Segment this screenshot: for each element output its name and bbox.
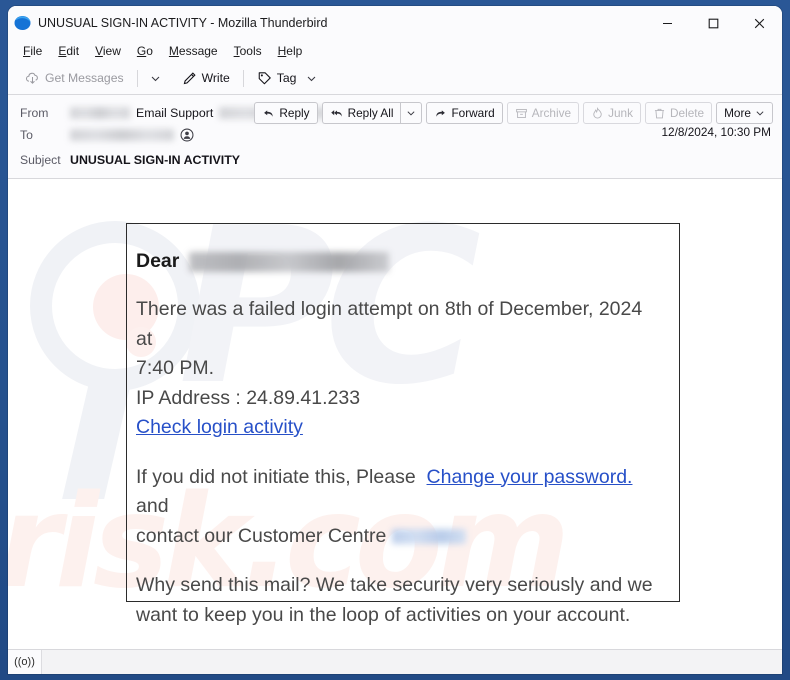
thunderbird-window: UNUSUAL SIGN-IN ACTIVITY - Mozilla Thund… <box>8 6 782 674</box>
menu-tools[interactable]: Tools <box>226 42 270 60</box>
archive-box-icon <box>515 107 528 120</box>
change-password-link[interactable]: Change your password. <box>427 466 633 488</box>
recipient-name-redacted <box>189 251 390 272</box>
paragraph-spacer-1 <box>136 443 657 463</box>
delete-label: Delete <box>670 106 705 120</box>
subject-row: Subject UNUSUAL SIGN-IN ACTIVITY <box>20 149 773 171</box>
write-button[interactable]: Write <box>176 68 236 89</box>
message-body-pane: PC risk.com Dear There was a failed logi… <box>8 179 782 649</box>
from-display-name: Email Support <box>136 106 214 120</box>
toolbar-separator <box>136 69 138 87</box>
from-label: From <box>20 106 49 120</box>
status-bar: ((o)) <box>8 649 782 674</box>
connection-status-icon[interactable]: ((o)) <box>8 650 42 674</box>
paragraph-spacer-2 <box>136 551 657 571</box>
more-button[interactable]: More <box>716 102 773 124</box>
menu-file[interactable]: File <box>15 42 50 60</box>
contact-avatar-icon[interactable] <box>180 128 194 142</box>
reply-button[interactable]: Reply <box>254 102 318 124</box>
window-title: UNUSUAL SIGN-IN ACTIVITY - Mozilla Thund… <box>38 16 328 30</box>
email-content-card: Dear There was a failed login attempt on… <box>126 223 680 626</box>
check-login-activity-link-row: Check login activity <box>136 413 657 443</box>
maximize-button[interactable] <box>690 6 736 40</box>
tag-icon <box>257 71 272 86</box>
greeting-line: Dear <box>136 250 657 273</box>
tag-button[interactable]: Tag <box>251 68 324 89</box>
menu-go[interactable]: Go <box>129 42 161 60</box>
reply-all-icon <box>330 107 344 120</box>
subject-label: Subject <box>20 153 61 167</box>
pencil-icon <box>182 71 197 86</box>
reply-all-button[interactable]: Reply All <box>321 102 401 124</box>
minimize-button[interactable] <box>644 6 690 40</box>
chevron-down-icon <box>150 73 161 84</box>
trash-icon <box>653 107 666 120</box>
tag-label: Tag <box>276 71 297 85</box>
get-messages-button[interactable]: Get Messages <box>19 68 130 89</box>
message-action-buttons: Reply Reply All Forward Archive Junk Del… <box>254 102 773 124</box>
get-messages-label: Get Messages <box>45 71 124 85</box>
forward-icon <box>434 107 447 120</box>
paragraph-1-line-1: There was a failed login attempt on 8th … <box>136 298 643 350</box>
title-bar: UNUSUAL SIGN-IN ACTIVITY - Mozilla Thund… <box>8 6 782 40</box>
close-button[interactable] <box>736 6 782 40</box>
menu-message[interactable]: Message <box>161 42 226 60</box>
menu-help[interactable]: Help <box>270 42 311 60</box>
menu-bar: File Edit View Go Message Tools Help <box>8 40 782 62</box>
menu-view[interactable]: View <box>87 42 129 60</box>
magnifier-handle <box>62 379 132 499</box>
chevron-down-icon <box>406 108 416 118</box>
check-login-activity-link[interactable]: Check login activity <box>136 416 303 438</box>
from-address-redacted-left <box>70 107 130 119</box>
paragraph-1-line-2: 7:40 PM. <box>136 357 215 379</box>
customer-centre-text: contact our Customer Centre <box>136 524 387 547</box>
to-address-redacted <box>70 129 174 141</box>
reply-label: Reply <box>279 106 310 120</box>
get-messages-dropdown[interactable] <box>145 70 166 87</box>
download-cloud-icon <box>25 71 40 86</box>
junk-button[interactable]: Junk <box>583 102 641 124</box>
reply-icon <box>262 107 275 120</box>
archive-button[interactable]: Archive <box>506 102 580 124</box>
delete-button[interactable]: Delete <box>645 102 713 124</box>
toolbar-separator-2 <box>242 69 244 87</box>
junk-fire-icon <box>591 106 604 120</box>
subject-value: UNUSUAL SIGN-IN ACTIVITY <box>70 153 241 167</box>
menu-edit[interactable]: Edit <box>50 42 87 60</box>
main-toolbar: Get Messages Write Tag <box>8 62 782 95</box>
forward-button[interactable]: Forward <box>426 102 503 124</box>
thunderbird-logo-icon <box>14 15 31 32</box>
customer-centre-redacted <box>391 528 466 544</box>
reply-all-label: Reply All <box>347 106 394 120</box>
message-header: From Email Support To Subject UNUSUAL SI… <box>8 95 782 179</box>
to-row: To <box>20 124 773 146</box>
greeting-prefix: Dear <box>136 250 180 272</box>
reply-all-split: Reply All <box>321 102 423 124</box>
window-controls <box>644 6 782 40</box>
more-label: More <box>724 106 751 120</box>
desktop-background: UNUSUAL SIGN-IN ACTIVITY - Mozilla Thund… <box>0 0 790 680</box>
chevron-down-icon <box>755 108 765 118</box>
paragraph-2-line-1: If you did not initiate this, Please Cha… <box>136 463 657 522</box>
archive-label: Archive <box>531 106 572 120</box>
forward-label: Forward <box>451 106 495 120</box>
to-label: To <box>20 128 33 142</box>
paragraph-3-line-1: Why send this mail? We take security ver… <box>136 574 653 596</box>
chevron-down-icon <box>306 73 317 84</box>
write-label: Write <box>201 71 230 85</box>
message-timestamp: 12/8/2024, 10:30 PM <box>661 125 771 139</box>
junk-label: Junk <box>608 106 633 120</box>
paragraph-3-line-2: want to keep you in the loop of activiti… <box>136 603 631 626</box>
ip-address-line: IP Address : 24.89.41.233 <box>136 386 361 409</box>
paragraph-2-line-2: contact our Customer Centre <box>136 522 657 552</box>
paragraph-2-suffix: and <box>136 495 169 517</box>
reply-all-dropdown[interactable] <box>400 102 423 124</box>
paragraph-2-prefix: If you did not initiate this, Please <box>136 465 416 488</box>
